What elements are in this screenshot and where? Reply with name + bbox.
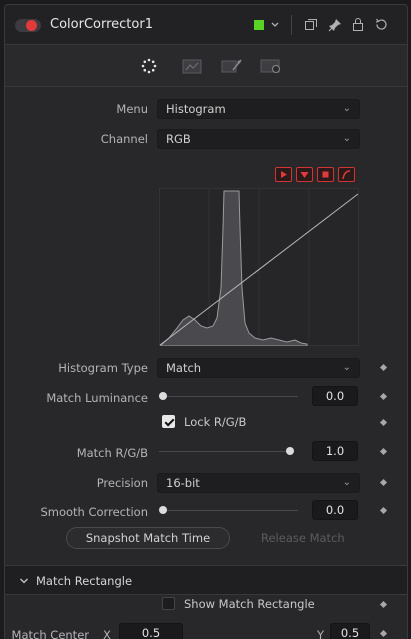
reset-icon[interactable] (374, 17, 389, 32)
inspector-tabs (5, 45, 407, 87)
triangle-down-icon (300, 172, 309, 178)
node-header: ColorCorrector1 (5, 5, 407, 45)
match-rectangle-label: Match Rectangle (36, 574, 133, 588)
lock-rgb-checkbox[interactable] (162, 415, 175, 428)
play-icon (281, 171, 287, 178)
channel-dropdown[interactable]: RGB ⌄ (157, 129, 360, 149)
show-match-rectangle-checkbox[interactable] (162, 597, 175, 610)
precision-value: 16-bit (166, 476, 200, 490)
toggle-knob (26, 20, 37, 31)
match-luminance-value[interactable]: 0.0 (312, 386, 358, 406)
histogram-type-value: Match (166, 361, 202, 375)
node-title: ColorCorrector1 (50, 17, 153, 32)
smooth-correction-track[interactable] (163, 510, 298, 511)
chevron-down-icon (20, 578, 28, 584)
inspector-panel: ColorCorrector1 Menu Histogram ⌄ Channel… (4, 4, 408, 639)
keyframe-diamond-icon[interactable] (379, 600, 388, 609)
curve-icon (342, 170, 351, 180)
chevron-down-icon[interactable] (270, 20, 280, 30)
lock-rgb-label: Lock R/G/B (184, 415, 247, 429)
release-match-button[interactable]: Release Match (261, 531, 345, 545)
histogram-type-dropdown[interactable]: Match ⌄ (157, 358, 360, 378)
stop-icon (322, 171, 329, 178)
snapshot-match-time-button[interactable]: Snapshot Match Time (66, 527, 230, 549)
node-enable-toggle[interactable] (15, 19, 41, 32)
show-match-rectangle-label: Show Match Rectangle (184, 597, 315, 611)
chevron-down-icon: ⌄ (342, 362, 351, 373)
versions-icon[interactable] (304, 18, 318, 32)
match-center-y-label: Y (317, 628, 325, 639)
precision-dropdown[interactable]: 16-bit ⌄ (157, 473, 360, 493)
smooth-correction-label: Smooth Correction (40, 505, 148, 519)
menu-dropdown[interactable]: Histogram ⌄ (157, 99, 360, 119)
chevron-down-icon: ⌄ (342, 477, 351, 488)
keyframe-diamond-icon[interactable] (379, 447, 388, 456)
settings-tab-icon[interactable] (260, 59, 282, 74)
match-center-x-label: X (103, 628, 111, 639)
channel-label: Channel (100, 132, 148, 146)
keyframe-diamond-icon[interactable] (379, 392, 388, 401)
options-tab-icon[interactable] (221, 58, 243, 74)
match-rgb-track[interactable] (159, 451, 291, 452)
lock-icon[interactable] (351, 17, 365, 32)
keyframe-diamond-icon[interactable] (379, 506, 388, 515)
pin-icon[interactable] (328, 18, 342, 32)
keyframe-diamond-icon[interactable] (379, 363, 388, 372)
chevron-down-icon: ⌄ (342, 103, 351, 114)
play-forward-button[interactable] (275, 167, 292, 182)
match-luminance-track[interactable] (163, 396, 298, 397)
keyframe-diamond-icon[interactable] (379, 418, 388, 427)
match-rectangle-section-header[interactable]: Match Rectangle (5, 565, 407, 595)
color-swatch[interactable] (254, 20, 264, 30)
curve-button[interactable] (338, 167, 355, 182)
match-rgb-label: Match R/G/B (76, 446, 148, 460)
menu-value: Histogram (166, 102, 226, 116)
channel-value: RGB (166, 132, 191, 146)
match-luminance-label: Match Luminance (46, 391, 148, 405)
smooth-correction-value[interactable]: 0.0 (312, 500, 358, 520)
smooth-correction-handle[interactable] (159, 506, 167, 514)
levels-tab-icon[interactable] (182, 59, 202, 74)
precision-label: Precision (96, 476, 148, 490)
match-center-x-value[interactable]: 0.5 (119, 623, 183, 639)
match-rgb-value[interactable]: 1.0 (312, 441, 358, 461)
menu-label: Menu (116, 102, 148, 116)
match-rgb-handle[interactable] (286, 447, 294, 455)
match-center-label: Match Center (11, 628, 89, 639)
stop-button[interactable] (317, 167, 334, 182)
match-luminance-handle[interactable] (159, 392, 167, 400)
play-down-button[interactable] (296, 167, 313, 182)
header-divider (291, 15, 292, 35)
match-center-y-box[interactable]: 0.5 (330, 623, 370, 639)
histogram-graph[interactable] (159, 188, 359, 346)
keyframe-diamond-icon[interactable] (379, 629, 388, 638)
chevron-down-icon: ⌄ (342, 133, 351, 144)
histogram-type-label: Histogram Type (58, 361, 148, 375)
color-tab-icon[interactable] (141, 58, 157, 74)
keyframe-diamond-icon[interactable] (379, 478, 388, 487)
